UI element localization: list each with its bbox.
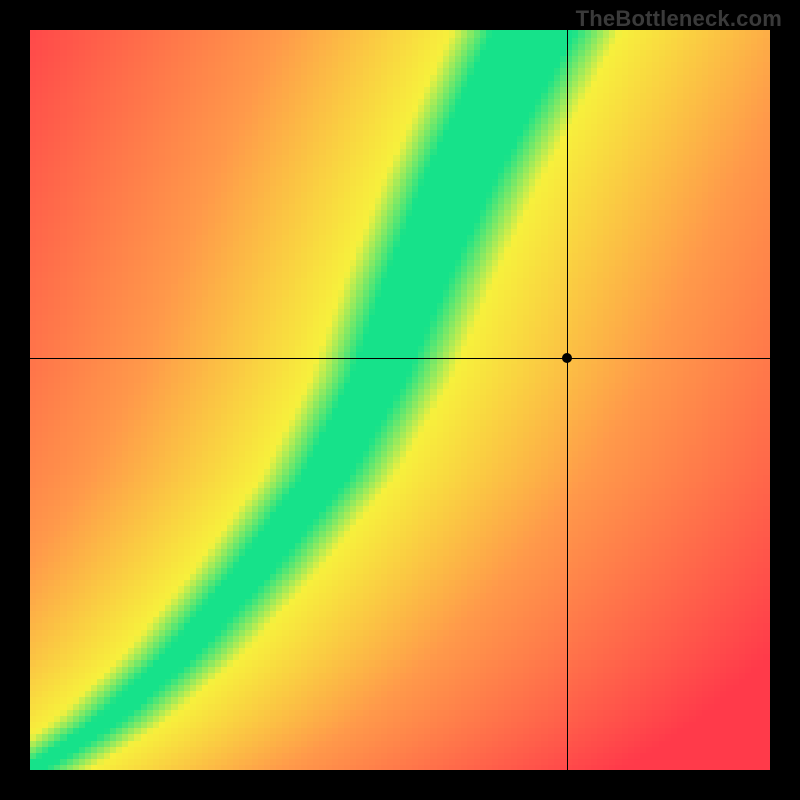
- watermark-text: TheBottleneck.com: [576, 6, 782, 32]
- selection-marker: [562, 353, 572, 363]
- crosshair-horizontal: [30, 358, 770, 359]
- heatmap-plot: [30, 30, 770, 770]
- chart-frame: TheBottleneck.com: [0, 0, 800, 800]
- crosshair-vertical: [567, 30, 568, 770]
- heatmap-canvas: [30, 30, 770, 770]
